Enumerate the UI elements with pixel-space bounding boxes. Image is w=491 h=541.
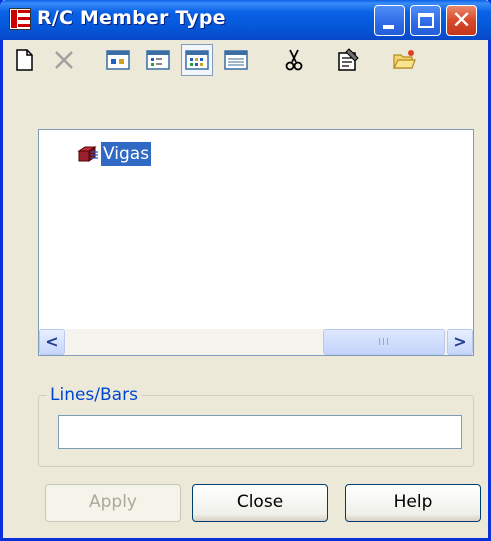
- minimize-button[interactable]: [374, 5, 405, 36]
- tree-item-label: Vigas: [101, 142, 152, 166]
- help-button[interactable]: Help: [345, 484, 481, 522]
- member-type-icon: [77, 146, 98, 162]
- details-view-button[interactable]: [224, 48, 248, 72]
- list-view-icon: [185, 50, 209, 70]
- delete-button[interactable]: [52, 48, 76, 72]
- chevron-right-icon: >: [453, 332, 467, 351]
- maximize-icon: [418, 13, 434, 28]
- large-icons-button[interactable]: [106, 48, 130, 72]
- horizontal-scrollbar[interactable]: < III >: [39, 329, 473, 355]
- cut-icon: [285, 49, 303, 71]
- dialog-window: R/C Member Type ✕ Vigas < III > Lines/Ba…: [0, 0, 491, 541]
- grip-icon: III: [378, 337, 390, 348]
- app-icon: [9, 8, 31, 30]
- properties-button[interactable]: [336, 48, 360, 72]
- chevron-left-icon: <: [45, 332, 59, 351]
- small-icons-button[interactable]: [146, 48, 170, 72]
- scrollbar-thumb[interactable]: III: [323, 329, 445, 355]
- scroll-right-button[interactable]: >: [447, 329, 473, 355]
- new-button[interactable]: [12, 48, 36, 72]
- open-folder-icon: [393, 50, 416, 69]
- toolbar: [3, 40, 488, 82]
- minimize-icon: [383, 25, 394, 29]
- maximize-button[interactable]: [410, 5, 441, 36]
- scroll-left-button[interactable]: <: [39, 329, 65, 355]
- properties-icon: [338, 48, 359, 71]
- large-icons-view-icon: [106, 50, 130, 70]
- cut-button[interactable]: [282, 48, 306, 72]
- window-title: R/C Member Type: [37, 7, 226, 29]
- details-view-icon: [224, 50, 248, 70]
- delete-icon: [55, 51, 73, 69]
- title-bar[interactable]: R/C Member Type ✕: [0, 0, 491, 40]
- close-icon: ✕: [451, 6, 472, 34]
- lines-bars-label: Lines/Bars: [47, 384, 141, 406]
- list-view-button[interactable]: [181, 44, 213, 76]
- lines-bars-input[interactable]: [58, 415, 462, 449]
- member-type-tree[interactable]: Vigas < III >: [38, 129, 474, 356]
- open-folder-button[interactable]: [392, 48, 416, 72]
- new-document-icon: [16, 49, 33, 71]
- apply-button[interactable]: Apply: [45, 484, 181, 522]
- close-window-button[interactable]: ✕: [446, 5, 477, 36]
- small-icons-view-icon: [146, 50, 170, 70]
- close-button[interactable]: Close: [192, 484, 328, 522]
- lines-bars-group: Lines/Bars: [38, 384, 474, 467]
